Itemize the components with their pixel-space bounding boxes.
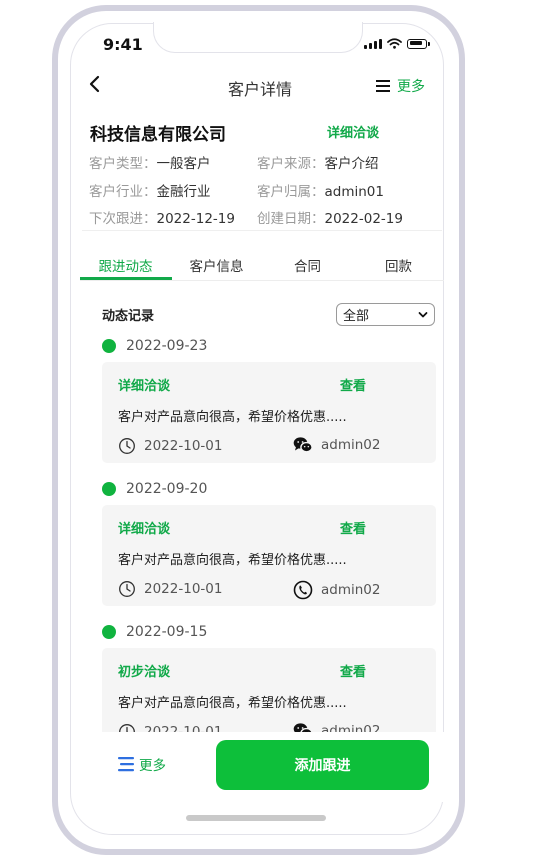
page-title: 客户详情	[227, 80, 292, 99]
customer-source: 客户来源：客户介绍	[257, 152, 379, 172]
wifi-icon	[387, 38, 402, 49]
tab-customer-info[interactable]: 客户信息	[171, 255, 262, 275]
tab-bar: 跟进动态 客户信息 合同 回款	[80, 255, 444, 275]
record-time-value: 2022-10-01	[144, 581, 223, 597]
record-user-name: admin02	[321, 723, 381, 732]
timeline-dot	[102, 339, 116, 353]
created-date-value: 2022-02-19	[324, 211, 403, 227]
record-user: admin02	[293, 723, 380, 732]
customer-industry: 客户行业：金融行业	[89, 180, 211, 200]
record-card: 初步洽谈 查看 客户对产品意向很高，希望价格优惠..... 2022-10-01…	[102, 648, 436, 732]
status-icons	[364, 38, 430, 49]
tab-bar-border	[80, 280, 444, 281]
divider	[82, 230, 442, 231]
company-name: 科技信息有限公司	[90, 125, 226, 145]
next-follow-label: 下次跟进：	[89, 211, 157, 227]
view-button[interactable]: 查看	[340, 661, 366, 680]
tab-contract[interactable]: 合同	[262, 255, 353, 275]
timeline-dot	[102, 482, 116, 496]
nav-more-button[interactable]: 更多	[375, 76, 425, 96]
status-time: 9:41	[103, 35, 143, 54]
customer-owner: 客户归属：admin01	[257, 180, 384, 200]
phone-icon	[293, 580, 313, 600]
list-icon	[376, 80, 390, 92]
clock-icon	[119, 724, 135, 732]
record-user-name: admin02	[321, 437, 381, 453]
next-follow-value: 2022-12-19	[156, 211, 235, 227]
record-date: 2022-09-15	[126, 624, 208, 640]
record-stage: 详细洽谈	[118, 379, 171, 394]
tab-follow-up[interactable]: 跟进动态	[80, 255, 171, 275]
record-time: 2022-10-01	[118, 437, 222, 455]
record-date: 2022-09-23	[126, 338, 208, 354]
battery-icon	[407, 38, 430, 49]
menu-icon	[118, 757, 134, 772]
created-date-label: 创建日期：	[257, 211, 325, 227]
record-content: 客户对产品意向很高，希望价格优惠.....	[118, 410, 347, 425]
signal-icon	[364, 38, 382, 49]
record-card: 详细洽谈 查看 客户对产品意向很高，希望价格优惠..... 2022-10-01…	[102, 505, 436, 606]
wechat-icon	[293, 437, 313, 453]
record-user: admin02	[293, 580, 380, 600]
view-button[interactable]: 查看	[340, 518, 366, 537]
view-button[interactable]: 查看	[340, 375, 366, 394]
record-time-value: 2022-10-01	[144, 724, 223, 732]
clock-icon	[119, 438, 135, 454]
tab-payment[interactable]: 回款	[353, 255, 444, 275]
customer-type-value: 一般客户	[156, 156, 211, 172]
customer-owner-label: 客户归属：	[257, 184, 325, 200]
record-date-line: 2022-09-15	[102, 624, 207, 640]
notch	[153, 22, 363, 53]
activity-feed: 2022-09-23 详细洽谈 查看 客户对产品意向很高，希望价格优惠.....…	[80, 330, 444, 732]
chevron-left-icon	[89, 75, 100, 93]
bottom-more-button[interactable]: 更多	[117, 754, 166, 774]
chevron-down-icon	[418, 311, 428, 317]
record-date-line: 2022-09-20	[102, 481, 207, 497]
bottom-more-label: 更多	[139, 758, 166, 774]
record-content: 客户对产品意向很高，希望价格优惠.....	[118, 696, 347, 711]
record-stage: 详细洽谈	[118, 522, 171, 537]
record-user-name: admin02	[321, 582, 381, 598]
nav-more-label: 更多	[397, 79, 425, 95]
filter-select-value: 全部	[343, 309, 370, 324]
stage-tag: 详细洽谈	[327, 126, 380, 141]
record-time: 2022-10-01	[118, 723, 222, 732]
timeline-dot	[102, 625, 116, 639]
record-time: 2022-10-01	[118, 580, 222, 598]
customer-industry-label: 客户行业：	[89, 184, 157, 200]
customer-type: 客户类型：一般客户	[89, 152, 211, 172]
next-follow-date: 下次跟进：2022-12-19	[89, 207, 235, 227]
customer-source-label: 客户来源：	[257, 156, 325, 172]
record-card: 详细洽谈 查看 客户对产品意向很高，希望价格优惠..... 2022-10-01…	[102, 362, 436, 463]
customer-source-value: 客户介绍	[324, 156, 379, 172]
back-button[interactable]	[86, 72, 106, 96]
home-indicator	[186, 815, 326, 821]
clock-icon	[119, 581, 135, 597]
created-date: 创建日期：2022-02-19	[257, 207, 403, 227]
add-follow-up-button[interactable]: 添加跟进	[216, 740, 429, 790]
customer-owner-value: admin01	[324, 184, 384, 200]
filter-select[interactable]: 全部	[336, 303, 435, 326]
wechat-icon	[293, 723, 313, 732]
record-date-line: 2022-09-23	[102, 338, 207, 354]
customer-type-label: 客户类型：	[89, 156, 157, 172]
record-user: admin02	[293, 437, 380, 453]
record-date: 2022-09-20	[126, 481, 208, 497]
record-time-value: 2022-10-01	[144, 438, 223, 454]
customer-industry-value: 金融行业	[156, 184, 211, 200]
section-title: 动态记录	[102, 309, 155, 324]
record-content: 客户对产品意向很高，希望价格优惠.....	[118, 553, 347, 568]
record-stage: 初步洽谈	[118, 665, 171, 680]
